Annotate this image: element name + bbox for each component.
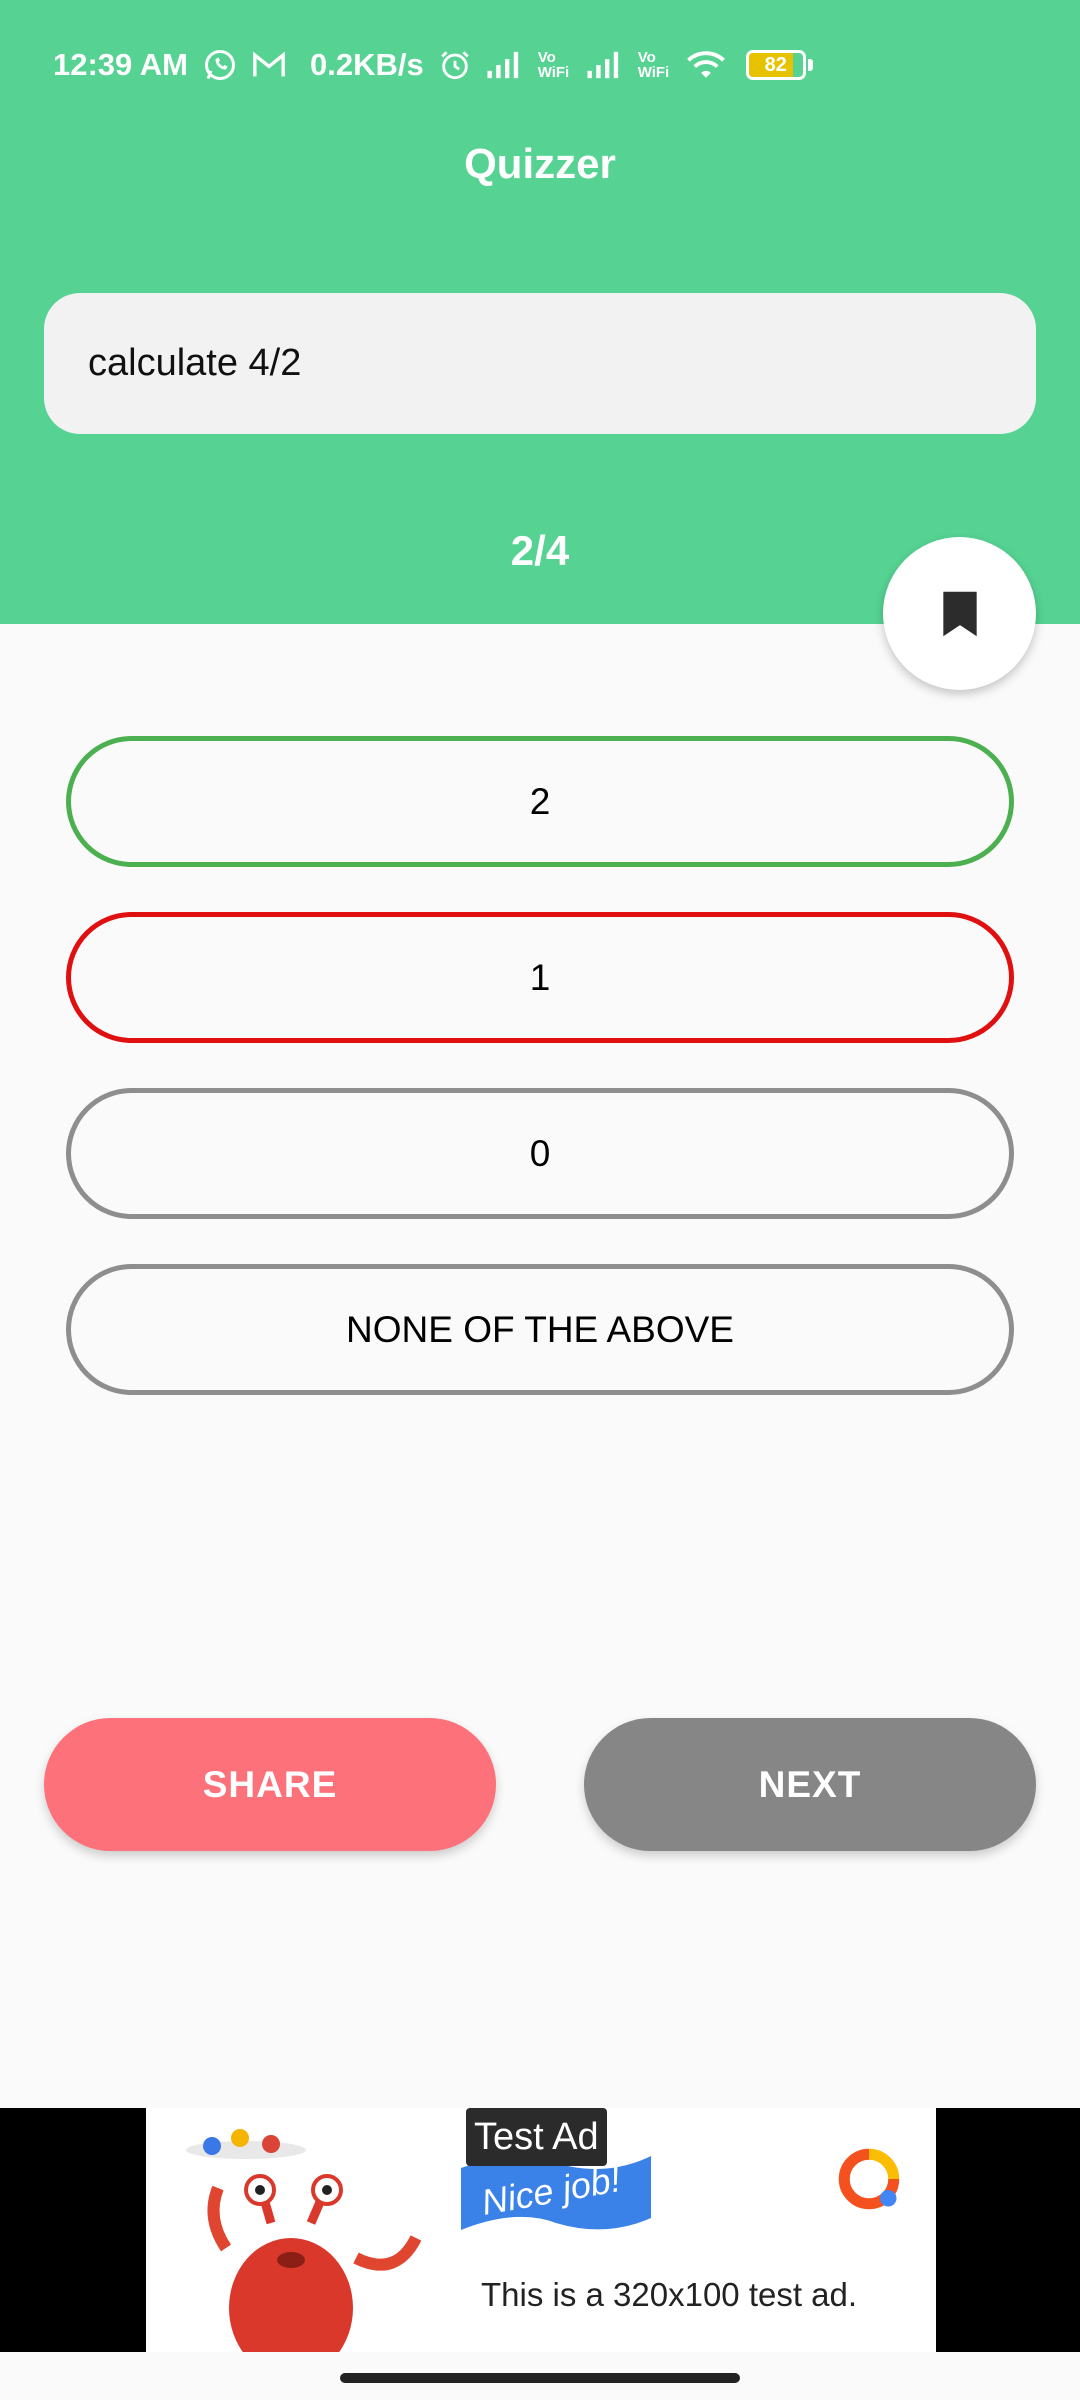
option-label: 2 bbox=[529, 780, 551, 822]
vowifi-icon: Vo WiFi bbox=[537, 49, 570, 81]
battery-level: 82 bbox=[764, 53, 787, 76]
option-label: NONE OF THE ABOVE bbox=[346, 1308, 734, 1350]
option-label: 0 bbox=[529, 1132, 551, 1174]
question-text: calculate 4/2 bbox=[88, 342, 302, 384]
share-button[interactable]: SHARE bbox=[44, 1718, 496, 1851]
status-time: 12:39 AM bbox=[53, 47, 188, 82]
wifi-icon bbox=[686, 49, 726, 81]
next-button[interactable]: NEXT bbox=[584, 1718, 1036, 1851]
ad-monster-illustration bbox=[186, 2129, 422, 2352]
ad-description: This is a 320x100 test ad. bbox=[481, 2276, 858, 2313]
status-bar: 12:39 AM 0.2KB/s Vo WiFi Vo WiFi 82 bbox=[0, 0, 1080, 130]
bookmark-button[interactable] bbox=[883, 537, 1036, 690]
alarm-icon bbox=[438, 48, 472, 82]
option-button[interactable]: 0 bbox=[66, 1088, 1014, 1219]
home-indicator[interactable] bbox=[340, 2373, 740, 2383]
whatsapp-icon bbox=[202, 47, 238, 83]
ads-logo-icon bbox=[838, 2148, 900, 2210]
app-title: Quizzer bbox=[464, 140, 616, 187]
bookmark-icon bbox=[942, 591, 977, 636]
battery-icon: 82 bbox=[745, 50, 813, 80]
option-button[interactable]: 1 bbox=[66, 912, 1014, 1043]
option-button[interactable]: NONE OF THE ABOVE bbox=[66, 1264, 1014, 1395]
network-speed: 0.2KB/s bbox=[309, 47, 424, 82]
gmail-icon bbox=[252, 50, 286, 80]
option-label: 1 bbox=[529, 956, 551, 998]
question-box: calculate 4/2 bbox=[44, 293, 1036, 434]
share-label: SHARE bbox=[202, 1763, 338, 1805]
next-label: NEXT bbox=[758, 1763, 862, 1805]
vowifi-icon: Vo WiFi bbox=[637, 49, 670, 81]
signal-icon bbox=[586, 50, 624, 80]
option-button[interactable]: 2 bbox=[66, 736, 1014, 867]
signal-icon bbox=[486, 50, 524, 80]
ad-label: Test Ad bbox=[466, 2108, 607, 2166]
